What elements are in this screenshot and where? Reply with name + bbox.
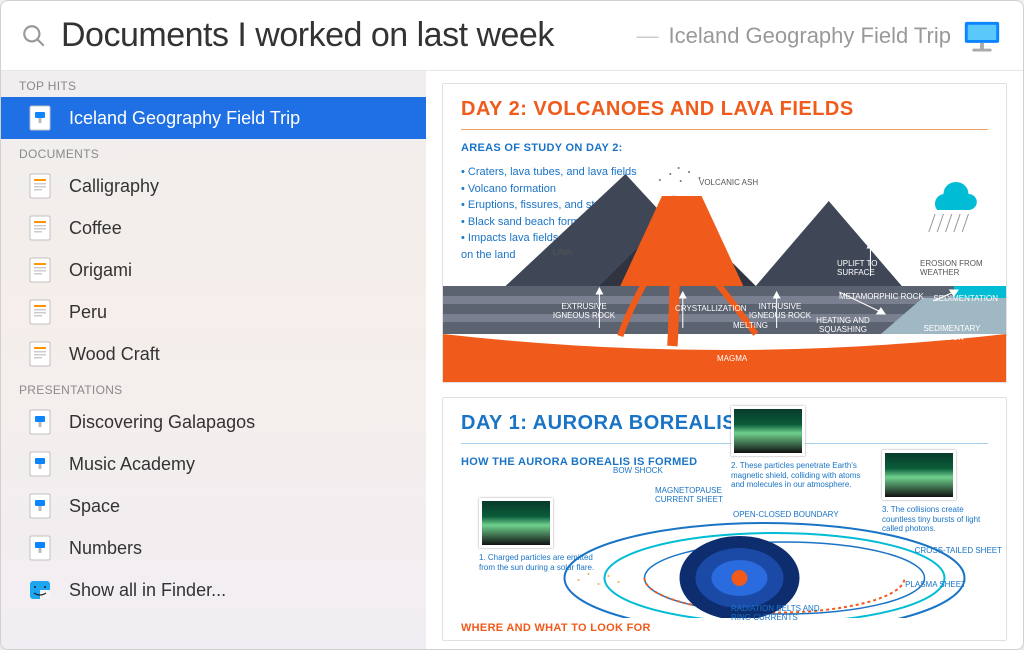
pages-doc-icon (29, 257, 51, 283)
search-input[interactable] (61, 16, 637, 55)
keynote-doc-icon (29, 105, 51, 131)
section-header-documents: DOCUMENTS (1, 139, 426, 165)
slide-title: DAY 1: AURORA BOREALIS (461, 412, 988, 435)
result-label: Iceland Geography Field Trip (69, 108, 300, 129)
slide-title: DAY 2: VOLCANOES AND LAVA FIELDS (461, 98, 988, 121)
pages-doc-icon (29, 215, 51, 241)
result-label: Music Academy (69, 454, 195, 475)
result-label: Origami (69, 260, 132, 281)
result-label: Space (69, 496, 120, 517)
diagram-label: HEATING AND SQUASHING (813, 316, 873, 334)
window-body: TOP HITS Iceland Geography Field Trip DO… (1, 71, 1023, 649)
result-label: Show all in Finder... (69, 580, 226, 601)
diagram-label: CRYSTALLIZATION (675, 304, 747, 313)
diagram-label: OPEN-CLOSED BOUNDARY (733, 510, 839, 519)
result-row[interactable]: Wood Craft (1, 333, 426, 375)
result-row[interactable]: Discovering Galapagos (1, 401, 426, 443)
diagram-label: LAVA (553, 248, 572, 257)
diagram-label: RADIATION BELTS AND RING CURRENTS (731, 604, 821, 622)
aurora-callout-2: 2. These particles penetrate Earth's mag… (731, 406, 861, 490)
diagram-label: VOLCANIC ASH (699, 178, 758, 187)
aurora-image (731, 406, 805, 456)
keynote-doc-icon (29, 493, 51, 519)
result-row[interactable]: Numbers (1, 527, 426, 569)
keynote-doc-icon (29, 409, 51, 435)
result-row[interactable]: Music Academy (1, 443, 426, 485)
aurora-caption: 3. The collisions create countless tiny … (882, 505, 992, 534)
diagram-label: EROSION FROM WEATHER (920, 259, 1002, 277)
result-label: Numbers (69, 538, 142, 559)
pages-doc-icon (29, 299, 51, 325)
pages-doc-icon (29, 341, 51, 367)
result-row[interactable]: Calligraphy (1, 165, 426, 207)
results-sidebar[interactable]: TOP HITS Iceland Geography Field Trip DO… (1, 71, 426, 649)
result-label: Calligraphy (69, 176, 159, 197)
result-row[interactable]: Origami (1, 249, 426, 291)
keynote-app-icon (961, 19, 1003, 53)
slide-footer-note: WHERE AND WHAT TO LOOK FOR (461, 622, 651, 634)
aurora-callout-3: 3. The collisions create countless tiny … (882, 450, 992, 534)
result-row[interactable]: Coffee (1, 207, 426, 249)
pages-doc-icon (29, 173, 51, 199)
result-row[interactable]: Peru (1, 291, 426, 333)
aurora-caption: 2. These particles penetrate Earth's mag… (731, 461, 861, 490)
diagram-label: MELTING (733, 321, 768, 330)
preview-pane: DAY 2: VOLCANOES AND LAVA FIELDS AREAS O… (426, 71, 1023, 649)
spotlight-window: — Iceland Geography Field Trip TOP HITS … (0, 0, 1024, 650)
diagram-label: PLASMA SHEET (905, 580, 966, 589)
section-header-top-hits: TOP HITS (1, 71, 426, 97)
diagram-label: SEDIMENTARY ROCK (922, 324, 982, 342)
breadcrumb-separator: — (637, 23, 659, 49)
divider (461, 129, 988, 130)
slide-subhead: AREAS OF STUDY ON DAY 2: (461, 142, 988, 154)
result-row-top-hit[interactable]: Iceland Geography Field Trip (1, 97, 426, 139)
result-label: Peru (69, 302, 107, 323)
section-header-presentations: PRESENTATIONS (1, 375, 426, 401)
preview-slide-day1: DAY 1: AURORA BOREALIS HOW THE AURORA BO… (442, 397, 1007, 641)
diagram-label: CROSS-TAILED SHEET (915, 546, 1002, 555)
diagram-label: MAGMA (717, 354, 747, 363)
diagram-label: EXTRUSIVE IGNEOUS ROCK (549, 302, 619, 320)
keynote-doc-icon (29, 535, 51, 561)
keynote-doc-icon (29, 451, 51, 477)
breadcrumb-title: Iceland Geography Field Trip (669, 23, 952, 49)
divider (461, 443, 988, 444)
diagram-label: BOW SHOCK (613, 466, 663, 475)
search-breadcrumb: — Iceland Geography Field Trip (637, 23, 952, 49)
result-label: Wood Craft (69, 344, 160, 365)
aurora-caption: 1. Charged particles are emitted from th… (479, 553, 609, 572)
result-row[interactable]: Space (1, 485, 426, 527)
search-bar: — Iceland Geography Field Trip (1, 1, 1023, 71)
diagram-label: SEDIMENTATION (933, 294, 998, 303)
search-icon (21, 23, 47, 49)
diagram-label: MAGNETOPAUSE CURRENT SHEET (655, 486, 725, 504)
aurora-image (882, 450, 956, 500)
volcano-diagram: VOLCANIC ASH LAVA UPLIFT TO SURFACE EROS… (443, 166, 1006, 382)
diagram-label: INTRUSIVE IGNEOUS ROCK (745, 302, 815, 320)
result-label: Coffee (69, 218, 122, 239)
aurora-callout-1: 1. Charged particles are emitted from th… (479, 498, 609, 572)
show-all-in-finder[interactable]: Show all in Finder... (1, 569, 426, 611)
result-label: Discovering Galapagos (69, 412, 255, 433)
diagram-label: UPLIFT TO SURFACE (837, 259, 887, 277)
finder-icon (29, 577, 51, 603)
preview-slide-day2: DAY 2: VOLCANOES AND LAVA FIELDS AREAS O… (442, 83, 1007, 383)
diagram-label: METAMORPHIC ROCK (839, 292, 924, 301)
aurora-image (479, 498, 553, 548)
